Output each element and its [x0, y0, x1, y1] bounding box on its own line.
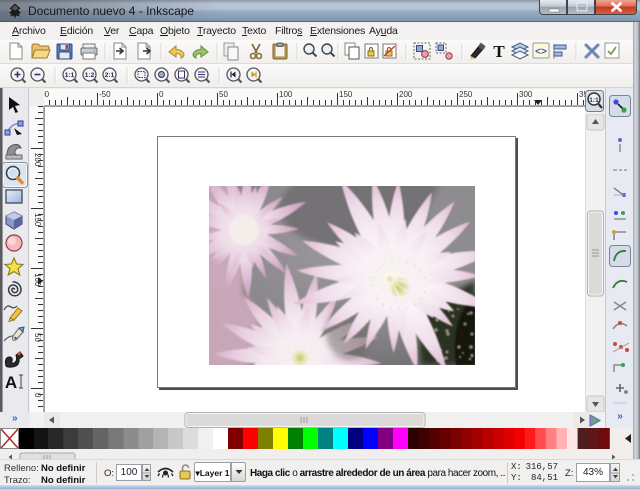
svg-text:50: 50 [219, 90, 228, 99]
svg-text:T: T [493, 42, 505, 61]
svg-text:-100: -100 [44, 90, 50, 99]
svg-text:250: 250 [459, 90, 473, 99]
svg-text:150: 150 [339, 90, 353, 99]
svg-text:50: 50 [33, 333, 42, 342]
svg-text:300: 300 [519, 90, 533, 99]
svg-text:1:1: 1:1 [65, 72, 75, 79]
svg-text:150: 150 [33, 213, 42, 227]
svg-text:1:2: 1:2 [85, 72, 95, 79]
svg-text:A: A [5, 373, 17, 392]
svg-text:»: » [617, 411, 623, 422]
svg-text:100: 100 [279, 90, 293, 99]
svg-text:0: 0 [159, 90, 164, 99]
svg-text:1:1: 1:1 [589, 97, 599, 104]
svg-text:200: 200 [399, 90, 413, 99]
svg-text:200: 200 [33, 153, 42, 167]
svg-text:<>: <> [535, 47, 547, 58]
svg-text:-50: -50 [99, 90, 111, 99]
svg-text:2:1: 2:1 [105, 72, 115, 79]
svg-text:0: 0 [33, 393, 42, 398]
